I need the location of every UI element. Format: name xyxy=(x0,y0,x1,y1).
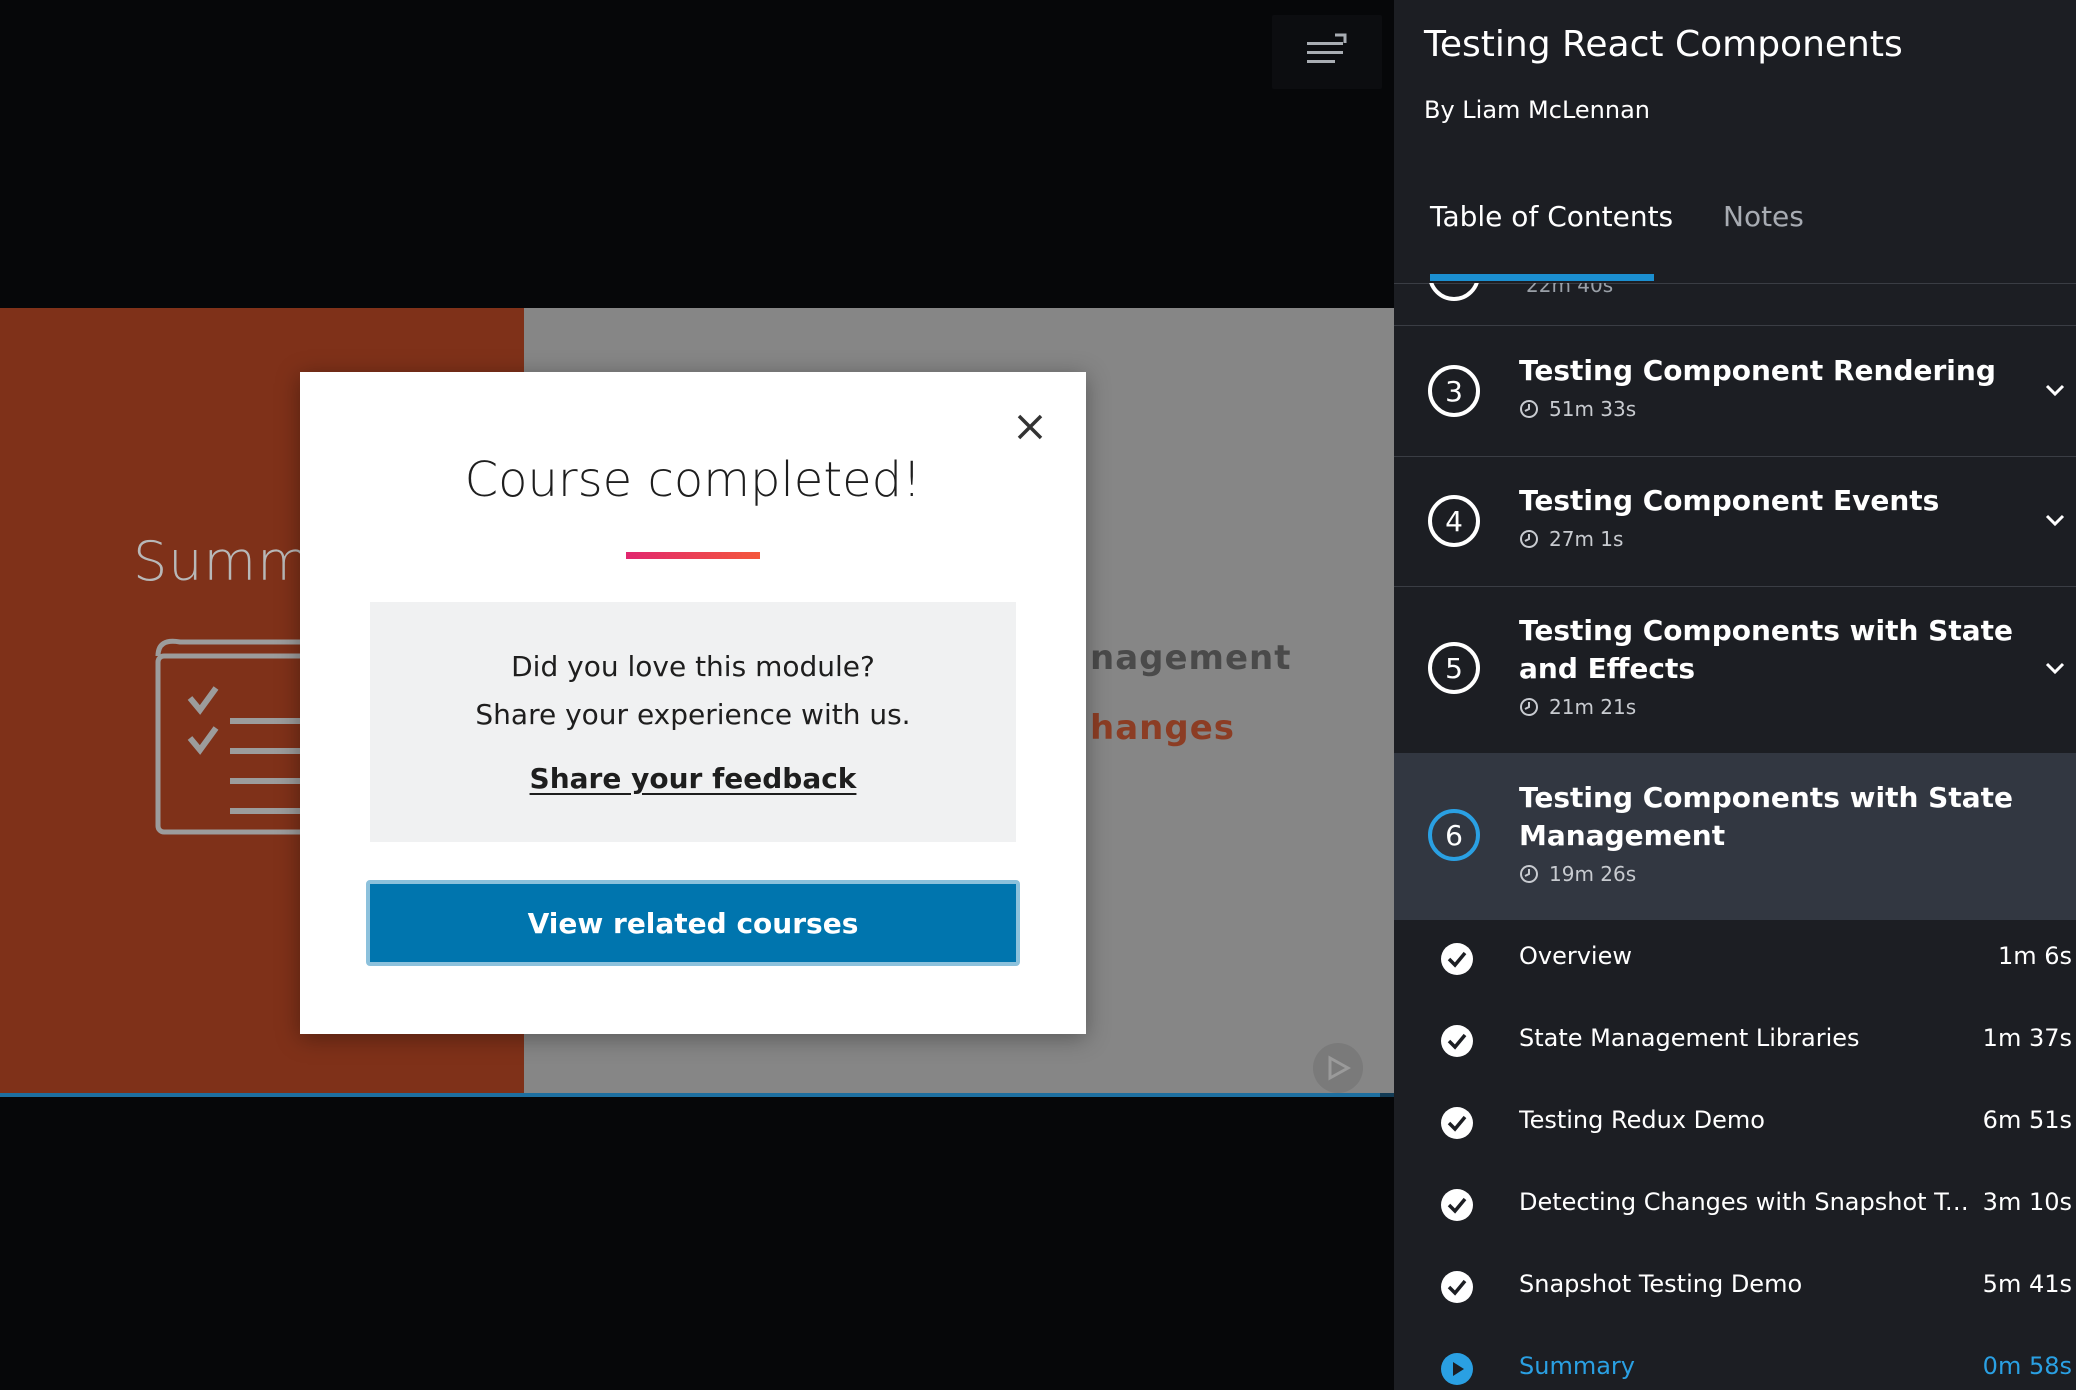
clip-title: Testing Redux Demo xyxy=(1519,1106,1765,1134)
module-title: Testing Components with State Management xyxy=(1519,781,2013,852)
play-icon xyxy=(1313,1043,1363,1093)
video-progress-bar[interactable] xyxy=(0,1093,1394,1097)
checklist-icon xyxy=(150,638,311,842)
clip-duration: 5m 41s xyxy=(1982,1270,2072,1298)
feedback-subtext: Share your experience with us. xyxy=(475,698,911,731)
module-duration-row: 19m 26s xyxy=(1519,862,1636,886)
clip-duration: 1m 37s xyxy=(1982,1024,2072,1052)
module-number-badge: 6 xyxy=(1428,809,1480,861)
feedback-question: Did you love this module? xyxy=(511,650,875,683)
clip-duration: 0m 58s xyxy=(1982,1352,2072,1380)
module-row[interactable]: 3 Testing Component Rendering 51m 33s xyxy=(1394,326,2076,457)
check-circle-icon xyxy=(1441,1025,1473,1057)
clip-item[interactable]: Snapshot Testing Demo 5m 41s xyxy=(1394,1246,2076,1328)
sidebar-tabs: Table of Contents Notes xyxy=(1394,180,2076,284)
course-sidebar: Testing React Components By Liam McLenna… xyxy=(1394,0,2076,1390)
check-circle-icon xyxy=(1441,1107,1473,1139)
module-row-active[interactable]: 6 Testing Components with State Manageme… xyxy=(1394,753,2076,920)
module-title: Testing Component Rendering xyxy=(1519,354,1996,387)
module-duration: 21m 21s xyxy=(1549,695,1637,719)
module-title: Testing Components with State and Effect… xyxy=(1519,614,2013,685)
share-feedback-link[interactable]: Share your feedback xyxy=(370,762,1016,795)
clock-icon xyxy=(1520,865,1538,883)
check-circle-icon xyxy=(1441,1271,1473,1303)
clip-item[interactable]: State Management Libraries 1m 37s xyxy=(1394,1000,2076,1082)
clip-item[interactable]: Detecting Changes with Snapshot Tes... 3… xyxy=(1394,1164,2076,1246)
clip-title: Summary xyxy=(1519,1352,1635,1380)
chevron-down-icon[interactable] xyxy=(2044,660,2066,676)
close-button[interactable] xyxy=(1010,407,1050,447)
course-title: Testing React Components xyxy=(1424,24,1903,65)
module-duration: 19m 26s xyxy=(1549,862,1637,886)
check-circle-icon xyxy=(1441,943,1473,975)
module-duration: 51m 33s xyxy=(1549,397,1637,421)
clip-title: Detecting Changes with Snapshot Tes... xyxy=(1519,1188,1979,1216)
dialog-title: Course completed! xyxy=(464,452,922,508)
menu-icon xyxy=(1307,33,1347,63)
clip-duration: 6m 51s xyxy=(1982,1106,2072,1134)
module-number-badge xyxy=(1428,283,1480,301)
chevron-down-icon[interactable] xyxy=(2044,512,2066,528)
tab-table-of-contents[interactable]: Table of Contents xyxy=(1430,200,1673,233)
module-number-badge: 3 xyxy=(1428,365,1480,417)
module-duration: 22m 40s xyxy=(1526,283,1614,297)
video-progress-fill xyxy=(0,1093,1381,1097)
course-author: By Liam McLennan xyxy=(1424,96,1651,124)
module-duration-row: 27m 1s xyxy=(1519,527,1623,551)
title-accent-bar xyxy=(626,552,760,559)
module-number-badge: 5 xyxy=(1428,642,1480,694)
module-row[interactable]: 5 Testing Components with State and Effe… xyxy=(1394,586,2076,754)
video-player[interactable]: Summ nagement hanges Course completed! D… xyxy=(0,0,1394,1390)
close-icon xyxy=(1017,414,1043,440)
module-number-badge: 4 xyxy=(1428,495,1480,547)
active-tab-indicator xyxy=(1430,274,1654,281)
check-circle-icon xyxy=(1441,1189,1473,1221)
clock-icon xyxy=(1520,400,1538,418)
clip-item[interactable]: Testing Redux Demo 6m 51s xyxy=(1394,1082,2076,1164)
clock-icon xyxy=(1520,530,1538,548)
module-row-partial[interactable]: 22m 40s xyxy=(1394,283,2076,326)
clip-duration: 1m 6s xyxy=(1997,942,2072,970)
feedback-panel: Did you love this module? Share your exp… xyxy=(370,602,1016,842)
clip-item[interactable]: Overview 1m 6s xyxy=(1394,918,2076,1000)
menu-button[interactable] xyxy=(1272,15,1382,89)
clip-title: State Management Libraries xyxy=(1519,1024,1860,1052)
clip-item-current[interactable]: Summary 0m 58s xyxy=(1394,1328,2076,1390)
clip-title: Overview xyxy=(1519,942,1632,970)
module-duration: 27m 1s xyxy=(1549,527,1624,551)
module-duration-row: 51m 33s xyxy=(1519,397,1636,421)
tab-notes[interactable]: Notes xyxy=(1723,200,1804,233)
slide-title: Summ xyxy=(133,530,311,593)
slide-text-line-highlight: hanges xyxy=(1090,708,1235,748)
module-row[interactable]: 4 Testing Component Events 27m 1s xyxy=(1394,456,2076,587)
module-duration-row: 21m 21s xyxy=(1519,695,1636,719)
play-circle-icon xyxy=(1441,1353,1473,1385)
view-related-courses-button[interactable]: View related courses xyxy=(366,880,1020,966)
chevron-down-icon[interactable] xyxy=(2044,382,2066,398)
module-title: Testing Component Events xyxy=(1519,484,1940,517)
course-completed-dialog: Course completed! Did you love this modu… xyxy=(300,372,1086,1034)
slide-text-line: nagement xyxy=(1090,638,1292,678)
clock-icon xyxy=(1520,698,1538,716)
clip-duration: 3m 10s xyxy=(1982,1188,2072,1216)
clip-title: Snapshot Testing Demo xyxy=(1519,1270,1803,1298)
